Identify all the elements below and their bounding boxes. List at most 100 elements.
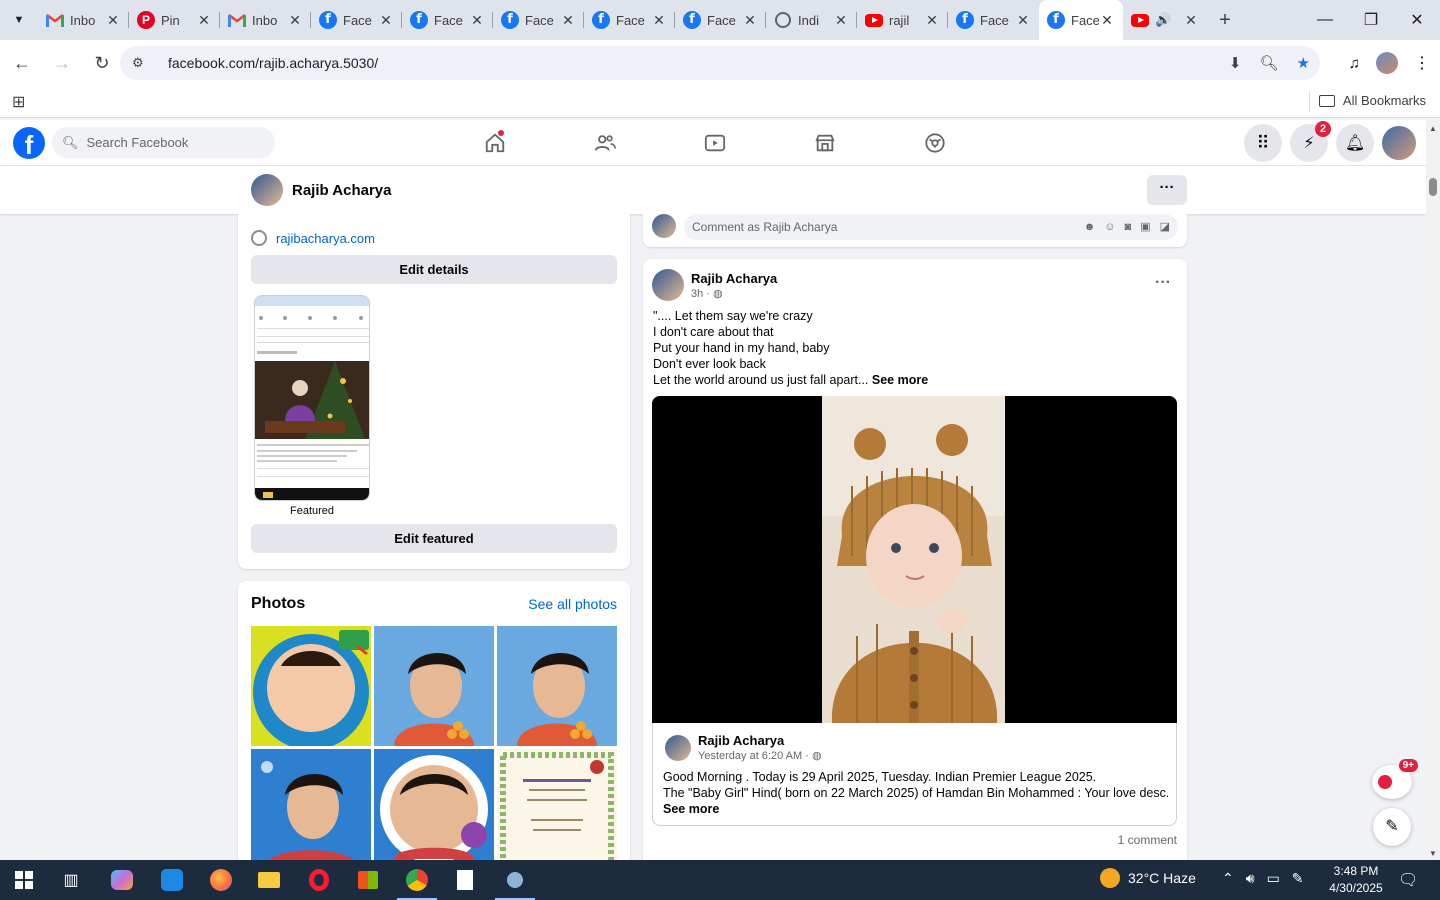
browser-tab[interactable]: rajil ✕ — [857, 0, 948, 40]
tab-close-icon[interactable]: ✕ — [196, 12, 212, 29]
facebook-search-input[interactable]: 🔍︎ Search Facebook — [52, 127, 275, 158]
tab-close-icon[interactable]: ✕ — [378, 12, 394, 29]
account-avatar[interactable] — [1382, 126, 1416, 160]
all-bookmarks-button[interactable]: All Bookmarks — [1318, 93, 1426, 108]
tab-close-icon[interactable]: ✕ — [742, 12, 758, 29]
tab-close-icon[interactable]: ✕ — [105, 12, 121, 29]
tab-close-icon[interactable]: ✕ — [1183, 12, 1199, 29]
back-button[interactable]: ← — [4, 45, 40, 81]
new-message-button[interactable]: ✎ — [1373, 808, 1411, 846]
photo-thumbnail[interactable] — [251, 626, 371, 746]
nav-marketplace[interactable] — [770, 120, 880, 166]
website-link[interactable]: rajibacharya.com — [276, 231, 375, 246]
app-icon[interactable] — [501, 866, 529, 894]
volume-icon[interactable]: 🔊︎ — [1246, 870, 1255, 887]
see-all-photos-link[interactable]: See all photos — [528, 596, 617, 612]
minimize-icon[interactable]: — — [1302, 0, 1348, 40]
comment-count[interactable]: 1 comment — [1118, 833, 1177, 847]
tab-close-icon[interactable]: ✕ — [1099, 12, 1115, 29]
avatar[interactable] — [665, 735, 691, 761]
browser-tab[interactable]: f Face ✕ — [311, 0, 402, 40]
edit-details-button[interactable]: Edit details — [251, 255, 617, 284]
gif-icon[interactable]: ▣ — [1140, 214, 1150, 240]
firefox-icon[interactable] — [207, 866, 235, 894]
avatar[interactable] — [251, 174, 283, 206]
edit-featured-button[interactable]: Edit featured — [251, 524, 617, 553]
browser-tab[interactable]: 🔊 ✕ — [1123, 0, 1207, 40]
notification-center-icon[interactable]: 🗨︎ — [1398, 870, 1418, 890]
tab-close-icon[interactable]: ✕ — [287, 12, 303, 29]
more-options-button[interactable]: ··· — [1147, 175, 1187, 205]
chrome-profile-avatar[interactable] — [1376, 52, 1398, 74]
microsoft-store-icon[interactable] — [354, 866, 382, 894]
tab-close-icon[interactable]: ✕ — [924, 12, 940, 29]
notepad-icon[interactable] — [451, 866, 479, 894]
task-view-icon[interactable]: ▥ — [57, 866, 85, 894]
profile-name[interactable]: Rajib Acharya — [292, 182, 392, 199]
photo-thumbnail[interactable] — [497, 749, 617, 869]
forward-button[interactable]: → — [44, 45, 80, 81]
shared-post-box[interactable]: Rajib Acharya Yesterday at 6:20 AM · ◍ G… — [652, 723, 1177, 826]
photo-thumbnail[interactable] — [497, 626, 617, 746]
windows-start-icon[interactable] — [10, 866, 38, 894]
browser-tab[interactable]: f Face ✕ — [584, 0, 675, 40]
address-bar[interactable]: ⚙ facebook.com/rajib.acharya.5030/ ⬇ 🔍︎ … — [120, 46, 1320, 80]
menu-button[interactable]: ⠿ — [1244, 124, 1282, 162]
scroll-up-icon[interactable]: ▲ — [1429, 124, 1437, 133]
tab-close-icon[interactable]: ✕ — [560, 12, 576, 29]
camera-icon[interactable]: ◙ — [1125, 214, 1132, 240]
pen-icon[interactable]: ✎ — [1292, 870, 1304, 887]
photo-thumbnail[interactable] — [251, 749, 371, 869]
tab-search-chevron-icon[interactable]: ▼ — [0, 0, 38, 40]
post-image[interactable] — [652, 396, 1177, 723]
maximize-icon[interactable]: ❐ — [1348, 0, 1394, 40]
browser-tab[interactable]: Inbo ✕ — [38, 0, 129, 40]
media-controls-icon[interactable]: ♫ — [1349, 55, 1360, 72]
nav-home[interactable] — [440, 120, 550, 166]
tab-close-icon[interactable]: ✕ — [1015, 12, 1031, 29]
bookmark-star-icon[interactable]: ★ — [1297, 54, 1310, 72]
tab-close-icon[interactable]: ✕ — [651, 12, 667, 29]
browser-tab[interactable]: Inbo ✕ — [220, 0, 311, 40]
browser-tab[interactable]: f Face ✕ — [675, 0, 766, 40]
page-scrollbar[interactable]: ▲ ▼ — [1426, 120, 1440, 860]
site-info-icon[interactable]: ⚙ — [132, 55, 150, 71]
nav-gaming[interactable] — [880, 120, 990, 166]
shared-see-more-link[interactable]: See more — [663, 801, 1168, 817]
comment-input[interactable]: Comment as Rajib Acharya ☻ ☺ ◙ ▣ ◪ — [684, 214, 1178, 240]
sticker-icon[interactable]: ◪ — [1160, 214, 1170, 240]
chevron-up-icon[interactable]: ⌃ — [1222, 870, 1234, 887]
scroll-down-icon[interactable]: ▼ — [1429, 849, 1437, 858]
photo-thumbnail[interactable] — [374, 626, 494, 746]
opera-icon[interactable] — [305, 866, 333, 894]
close-window-icon[interactable]: ✕ — [1394, 0, 1440, 40]
zoom-icon[interactable]: 🔍︎ — [1260, 54, 1279, 72]
chrome-icon[interactable] — [403, 866, 431, 894]
network-icon[interactable]: ▭ — [1267, 870, 1280, 887]
scrollbar-thumb[interactable] — [1429, 178, 1437, 196]
avatar[interactable] — [652, 269, 684, 301]
browser-tab[interactable]: f Face ✕ — [402, 0, 493, 40]
tab-close-icon[interactable]: ✕ — [469, 12, 485, 29]
reload-button[interactable]: ↻ — [84, 45, 120, 81]
tab-close-icon[interactable]: ✕ — [833, 12, 849, 29]
post-time[interactable]: 3h · — [691, 288, 713, 300]
messenger-button[interactable]: ⚡︎ 2 — [1290, 121, 1331, 162]
install-app-icon[interactable]: ⬇ — [1229, 54, 1242, 72]
apps-grid-icon[interactable]: ⊞ — [12, 92, 25, 112]
nav-video[interactable] — [660, 120, 770, 166]
copilot-icon[interactable] — [108, 866, 136, 894]
browser-tab[interactable]: f Face ✕ — [948, 0, 1039, 40]
chrome-menu-icon[interactable]: ⋮ — [1414, 53, 1430, 73]
nav-friends[interactable] — [550, 120, 660, 166]
shared-author[interactable]: Rajib Acharya — [698, 733, 784, 748]
browser-tab[interactable]: P Pin ✕ — [129, 0, 220, 40]
photo-thumbnail[interactable] — [374, 749, 494, 869]
featured-thumbnail[interactable] — [254, 295, 370, 501]
shared-time[interactable]: Yesterday at 6:20 AM · — [698, 750, 812, 762]
browser-tab[interactable]: Indi ✕ — [766, 0, 857, 40]
new-tab-button[interactable]: + — [1207, 0, 1243, 40]
browser-tab[interactable]: f Face ✕ — [493, 0, 584, 40]
facebook-logo-icon[interactable]: f — [13, 127, 45, 159]
notifications-button[interactable]: 🔔︎ — [1336, 124, 1374, 162]
